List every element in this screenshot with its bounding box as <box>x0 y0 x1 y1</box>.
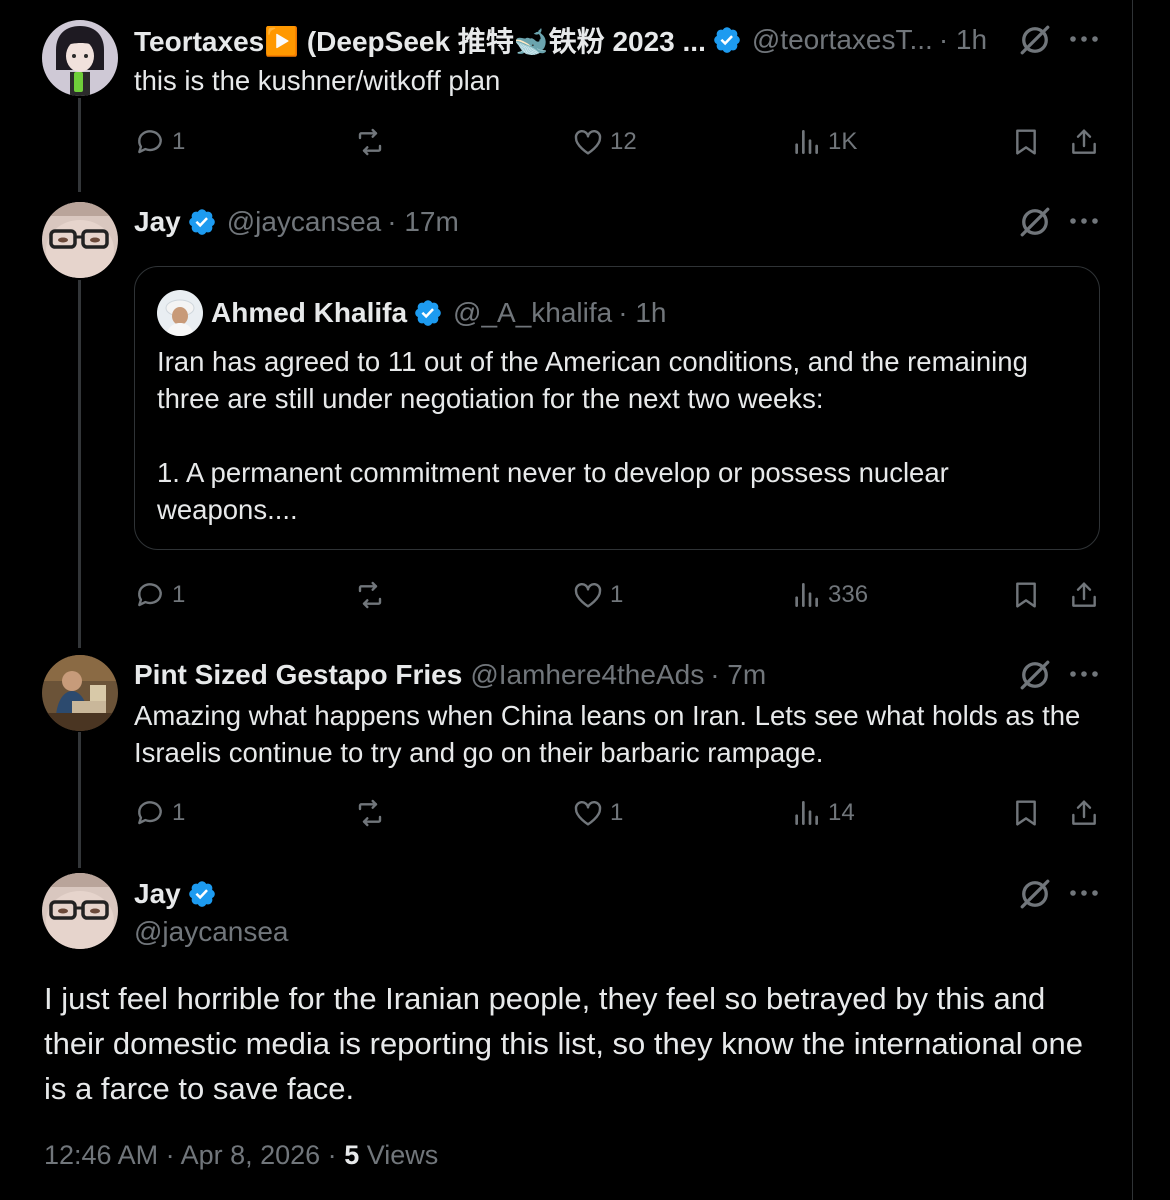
quoted-author-handle[interactable]: @_A_khalifa <box>453 297 612 329</box>
reply-count: 1 <box>172 799 186 826</box>
avatar[interactable] <box>42 20 118 96</box>
tweet-text: Amazing what happens when China leans on… <box>134 700 1081 768</box>
verified-badge-icon <box>187 879 217 909</box>
repost-icon <box>354 797 386 829</box>
post-time[interactable]: · 1h <box>939 24 987 56</box>
repost-icon <box>354 126 386 158</box>
share-icon <box>1068 126 1100 158</box>
author-name[interactable]: Jay <box>134 878 181 910</box>
tweet-footer: 12:46 AM · Apr 8, 2026 · 5 Views <box>44 1140 438 1171</box>
grok-icon[interactable] <box>1017 22 1053 58</box>
thread-line <box>78 280 81 648</box>
reply-icon <box>134 797 166 829</box>
repost-button[interactable] <box>354 575 392 615</box>
views-chart-icon <box>790 797 822 829</box>
reply-icon <box>134 579 166 611</box>
main-tweet-text: I just feel horrible for the Iranian peo… <box>44 981 1084 1106</box>
views-button[interactable]: 336 <box>790 575 868 615</box>
repost-button[interactable] <box>354 793 392 833</box>
share-button[interactable] <box>1068 122 1106 162</box>
thread-line <box>78 732 81 868</box>
more-dots-icon[interactable] <box>1068 669 1100 679</box>
views-button[interactable]: 14 <box>790 793 855 833</box>
author-name[interactable]: Teortaxes▶️ (DeepSeek 推特🐋铁粉 2023 ... <box>134 20 706 60</box>
views-count: 5 <box>344 1140 360 1170</box>
verified-badge-icon <box>413 298 443 328</box>
like-button[interactable]: 1 <box>572 575 623 615</box>
share-icon <box>1068 797 1100 829</box>
action-bar: 1 1 336 <box>134 575 1104 615</box>
like-button[interactable]: 1 <box>572 793 623 833</box>
tweet-text: this is the kushner/witkoff plan <box>134 65 501 96</box>
author-handle[interactable]: @jaycansea <box>227 206 382 238</box>
heart-icon <box>572 797 604 829</box>
post-time[interactable]: · 17m <box>387 206 459 238</box>
avatar[interactable] <box>42 655 118 731</box>
views-chart-icon <box>790 579 822 611</box>
reply-count: 1 <box>172 128 186 155</box>
reply-count: 1 <box>172 581 186 608</box>
action-bar: 1 1 14 <box>134 793 1104 833</box>
repost-icon <box>354 579 386 611</box>
grok-icon[interactable] <box>1017 204 1053 240</box>
author-name[interactable]: Jay <box>134 206 181 238</box>
view-count: 1K <box>828 128 858 155</box>
action-bar: 1 12 1K <box>134 122 1104 162</box>
heart-icon <box>572 579 604 611</box>
like-count: 1 <box>610 799 624 826</box>
bookmark-icon <box>1010 126 1042 158</box>
verified-badge-icon <box>712 25 742 55</box>
verified-badge-icon <box>187 207 217 237</box>
thread-line <box>78 98 81 192</box>
author-handle[interactable]: @jaycansea <box>134 916 289 948</box>
view-count: 14 <box>828 799 855 826</box>
heart-icon <box>572 126 604 158</box>
grok-icon[interactable] <box>1017 657 1053 693</box>
views-chart-icon <box>790 126 822 158</box>
quoted-avatar[interactable] <box>157 290 203 336</box>
avatar[interactable] <box>42 873 118 949</box>
more-dots-icon[interactable] <box>1068 34 1100 44</box>
repost-button[interactable] <box>354 122 392 162</box>
like-count: 1 <box>610 581 624 608</box>
reply-button[interactable]: 1 <box>134 575 185 615</box>
share-button[interactable] <box>1068 793 1106 833</box>
more-dots-icon[interactable] <box>1068 216 1100 226</box>
reply-icon <box>134 126 166 158</box>
quoted-author-name[interactable]: Ahmed Khalifa <box>211 297 407 329</box>
reply-button[interactable]: 1 <box>134 122 185 162</box>
timeline-border <box>1132 0 1133 1200</box>
quoted-post-time[interactable]: · 1h <box>618 297 666 329</box>
author-handle[interactable]: @teortaxesT... <box>752 24 933 56</box>
view-count: 336 <box>828 581 869 608</box>
avatar[interactable] <box>42 202 118 278</box>
more-dots-icon[interactable] <box>1068 888 1100 898</box>
quoted-tweet-text: Iran has agreed to 11 out of the America… <box>157 346 1028 525</box>
quoted-tweet-card[interactable]: Ahmed Khalifa @_A_khalifa · 1h Iran has … <box>134 266 1100 550</box>
share-button[interactable] <box>1068 575 1106 615</box>
post-time[interactable]: · 7m <box>710 659 766 691</box>
like-count: 12 <box>610 128 637 155</box>
views-button[interactable]: 1K <box>790 122 857 162</box>
author-handle[interactable]: @Iamhere4theAds <box>470 659 704 691</box>
views-label: Views <box>366 1140 439 1170</box>
bookmark-icon <box>1010 797 1042 829</box>
bookmark-icon <box>1010 579 1042 611</box>
like-button[interactable]: 12 <box>572 122 637 162</box>
grok-icon[interactable] <box>1017 876 1053 912</box>
author-name[interactable]: Pint Sized Gestapo Fries <box>134 659 462 691</box>
share-icon <box>1068 579 1100 611</box>
reply-button[interactable]: 1 <box>134 793 185 833</box>
bookmark-button[interactable] <box>1010 575 1048 615</box>
post-timestamp[interactable]: 12:46 AM · Apr 8, 2026 · <box>44 1140 337 1170</box>
bookmark-button[interactable] <box>1010 793 1048 833</box>
bookmark-button[interactable] <box>1010 122 1048 162</box>
